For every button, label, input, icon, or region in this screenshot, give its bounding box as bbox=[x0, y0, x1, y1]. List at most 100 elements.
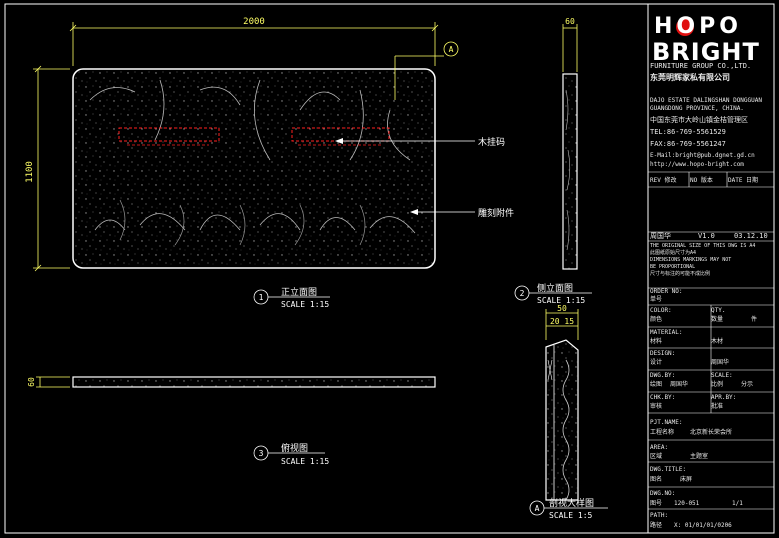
design-field: DESIGN: 设计 周国华 bbox=[650, 349, 776, 367]
side-elevation bbox=[562, 73, 578, 270]
scale-value: 分示 bbox=[741, 381, 754, 388]
order-field: ORDER NO: 单号 bbox=[650, 288, 776, 304]
side-dimension bbox=[562, 24, 578, 72]
order-label: ORDER NO: bbox=[650, 288, 683, 295]
dwgtitle-field: DWG.TITLE: 图名 床屏 bbox=[650, 465, 776, 485]
plan-dimension bbox=[36, 376, 70, 388]
path-value: X: 01/01/01/0206 bbox=[674, 522, 732, 529]
logo-top: HOPO bbox=[654, 14, 742, 39]
dwgno-label-cn: 图号 bbox=[650, 500, 663, 507]
material-label-cn: 材料 bbox=[650, 338, 663, 345]
area-value: 主题室 bbox=[690, 453, 709, 460]
front-view-scale: SCALE 1:15 bbox=[281, 300, 329, 309]
plan-view-num: 3 bbox=[259, 449, 264, 458]
material-label: MATERIAL: bbox=[650, 329, 683, 336]
side-view-scale: SCALE 1:15 bbox=[537, 296, 585, 305]
notes: THE ORIGINAL SIZE OF THIS DWG IS A4 此图纸原… bbox=[650, 243, 776, 278]
addr2: GUANGDONG PROVINCE, CHINA. bbox=[650, 105, 744, 112]
fax: FAX:86-769-5561247 bbox=[650, 140, 726, 148]
group-en: FURNITURE GROUP CO.,LTD. bbox=[650, 62, 752, 70]
area-label: AREA: bbox=[650, 444, 669, 451]
rev-author: 周国华 bbox=[650, 232, 671, 240]
revision-header: REV 修改 NO 版本 DATE 日期 bbox=[650, 176, 776, 185]
email: E-Mail:bright@pub.dgnet.gd.cn bbox=[650, 152, 755, 159]
brand-block: HOPO BRIGHT bbox=[652, 14, 772, 66]
wood-peg-label: 木挂码 bbox=[478, 136, 505, 148]
dwgtitle-label-cn: 图名 bbox=[650, 476, 663, 483]
plan-view-title: 俯视图 bbox=[281, 442, 308, 454]
width-dim-label: 2000 bbox=[243, 17, 265, 27]
project-label: PJT.NAME: bbox=[650, 419, 683, 426]
scale-label: SCALE: bbox=[711, 372, 733, 379]
color-qty-field: COLOR: QTY. 颜色 数量 件 bbox=[650, 306, 776, 324]
web: http://www.hopo-bright.com bbox=[650, 161, 744, 168]
color-label-cn: 颜色 bbox=[650, 316, 663, 323]
front-view-num: 1 bbox=[259, 293, 264, 302]
rev-col: REV 修改 bbox=[650, 177, 677, 184]
detail-view-scale: SCALE 1:5 bbox=[549, 511, 593, 520]
qty-label-cn: 数量 bbox=[711, 316, 724, 323]
rev-version: V1.0 bbox=[698, 232, 715, 240]
design-label: DESIGN: bbox=[650, 350, 676, 357]
side-dim-label: 60 bbox=[565, 17, 575, 26]
project-field: PJT.NAME: 工程名称 北京新长荣会所 bbox=[650, 418, 776, 438]
side-view-title: 侧立面图 bbox=[537, 282, 573, 294]
addr-cn: 中国东莞市大岭山镇金桔管理区 bbox=[650, 116, 748, 124]
dwgno-value: 120-051 bbox=[674, 500, 700, 507]
dwgno-field: DWG.NO: 图号 120-051 1/1 bbox=[650, 489, 776, 509]
note-line: 尺寸与标注的可能不成比例 bbox=[650, 271, 711, 277]
side-view-num: 2 bbox=[520, 289, 525, 298]
carving-label: 雕刻附件 bbox=[478, 207, 514, 219]
plan-view bbox=[72, 376, 436, 388]
group-cn: 东莞明辉家私有限公司 bbox=[650, 73, 730, 82]
area-label-cn: 区域 bbox=[650, 453, 663, 460]
design-label-cn: 设计 bbox=[650, 359, 663, 366]
width-dimension bbox=[69, 22, 439, 66]
sheet-value: 1/1 bbox=[732, 500, 743, 507]
front-view-title: 正立面图 bbox=[281, 286, 317, 298]
tel: TEL:86-769-5561529 bbox=[650, 128, 726, 136]
path-label-cn: 路径 bbox=[650, 522, 663, 529]
front-elevation bbox=[72, 68, 436, 269]
color-label: COLOR: bbox=[650, 307, 672, 314]
detail-view-num: A bbox=[535, 504, 540, 513]
project-value: 北京新长荣会所 bbox=[690, 429, 733, 436]
apr-label: APR.BY: bbox=[711, 394, 737, 401]
note-line: DIMENSIONS MARKINGS MAY NOT bbox=[650, 257, 732, 263]
project-label-cn: 工程名称 bbox=[650, 429, 675, 436]
path-label: PATH: bbox=[650, 512, 669, 519]
dwgtitle-label: DWG.TITLE: bbox=[650, 466, 687, 473]
material-value: 木材 bbox=[711, 338, 724, 345]
section-mark-label: A bbox=[449, 45, 454, 54]
dwgno-label: DWG.NO: bbox=[650, 490, 676, 497]
qty-label: QTY. bbox=[711, 307, 726, 314]
detail-dim-a: 50 bbox=[557, 304, 567, 313]
note-line: BE PROPORTIONAL bbox=[650, 264, 696, 270]
note-line: THE ORIGINAL SIZE OF THIS DWG IS A4 bbox=[650, 243, 756, 249]
dwgby-label-cn: 绘图 bbox=[650, 381, 663, 388]
height-dimension bbox=[33, 65, 70, 272]
apr-label-cn: 批准 bbox=[711, 403, 724, 410]
chk-field: CHK.BY: APR.BY: 审核 批准 bbox=[650, 393, 776, 411]
no-col: NO 版本 bbox=[690, 177, 713, 184]
chk-label-cn: 审核 bbox=[650, 403, 663, 410]
dwgby-label: DWG.BY: bbox=[650, 372, 676, 379]
path-field: PATH: 路径 X: 01/01/01/0206 bbox=[650, 511, 776, 531]
chk-label: CHK.BY: bbox=[650, 394, 676, 401]
dwgby-field: DWG.BY: SCALE: 绘图 周国华 比例 分示 bbox=[650, 371, 776, 389]
design-value: 周国华 bbox=[711, 359, 730, 366]
revision-row: 周国华 V1.0 03.12.10 bbox=[650, 232, 776, 241]
note-line: 此图纸原始尺寸为A4 bbox=[650, 250, 697, 256]
material-field: MATERIAL: 材料 木材 bbox=[650, 328, 776, 346]
dwgtitle-value: 床屏 bbox=[680, 476, 693, 483]
detail-view-title: 剖视大样图 bbox=[549, 497, 594, 509]
dwgby-value: 周国华 bbox=[670, 381, 689, 388]
area-field: AREA: 区域 主题室 bbox=[650, 443, 776, 461]
section-detail bbox=[545, 339, 579, 501]
qty-value: 件 bbox=[751, 316, 758, 323]
scale-label-cn: 比例 bbox=[711, 381, 724, 388]
order-label-cn: 单号 bbox=[650, 296, 663, 303]
rev-date: 03.12.10 bbox=[734, 232, 768, 240]
plan-dim-label: 60 bbox=[27, 377, 36, 387]
date-col: DATE 日期 bbox=[728, 177, 759, 184]
